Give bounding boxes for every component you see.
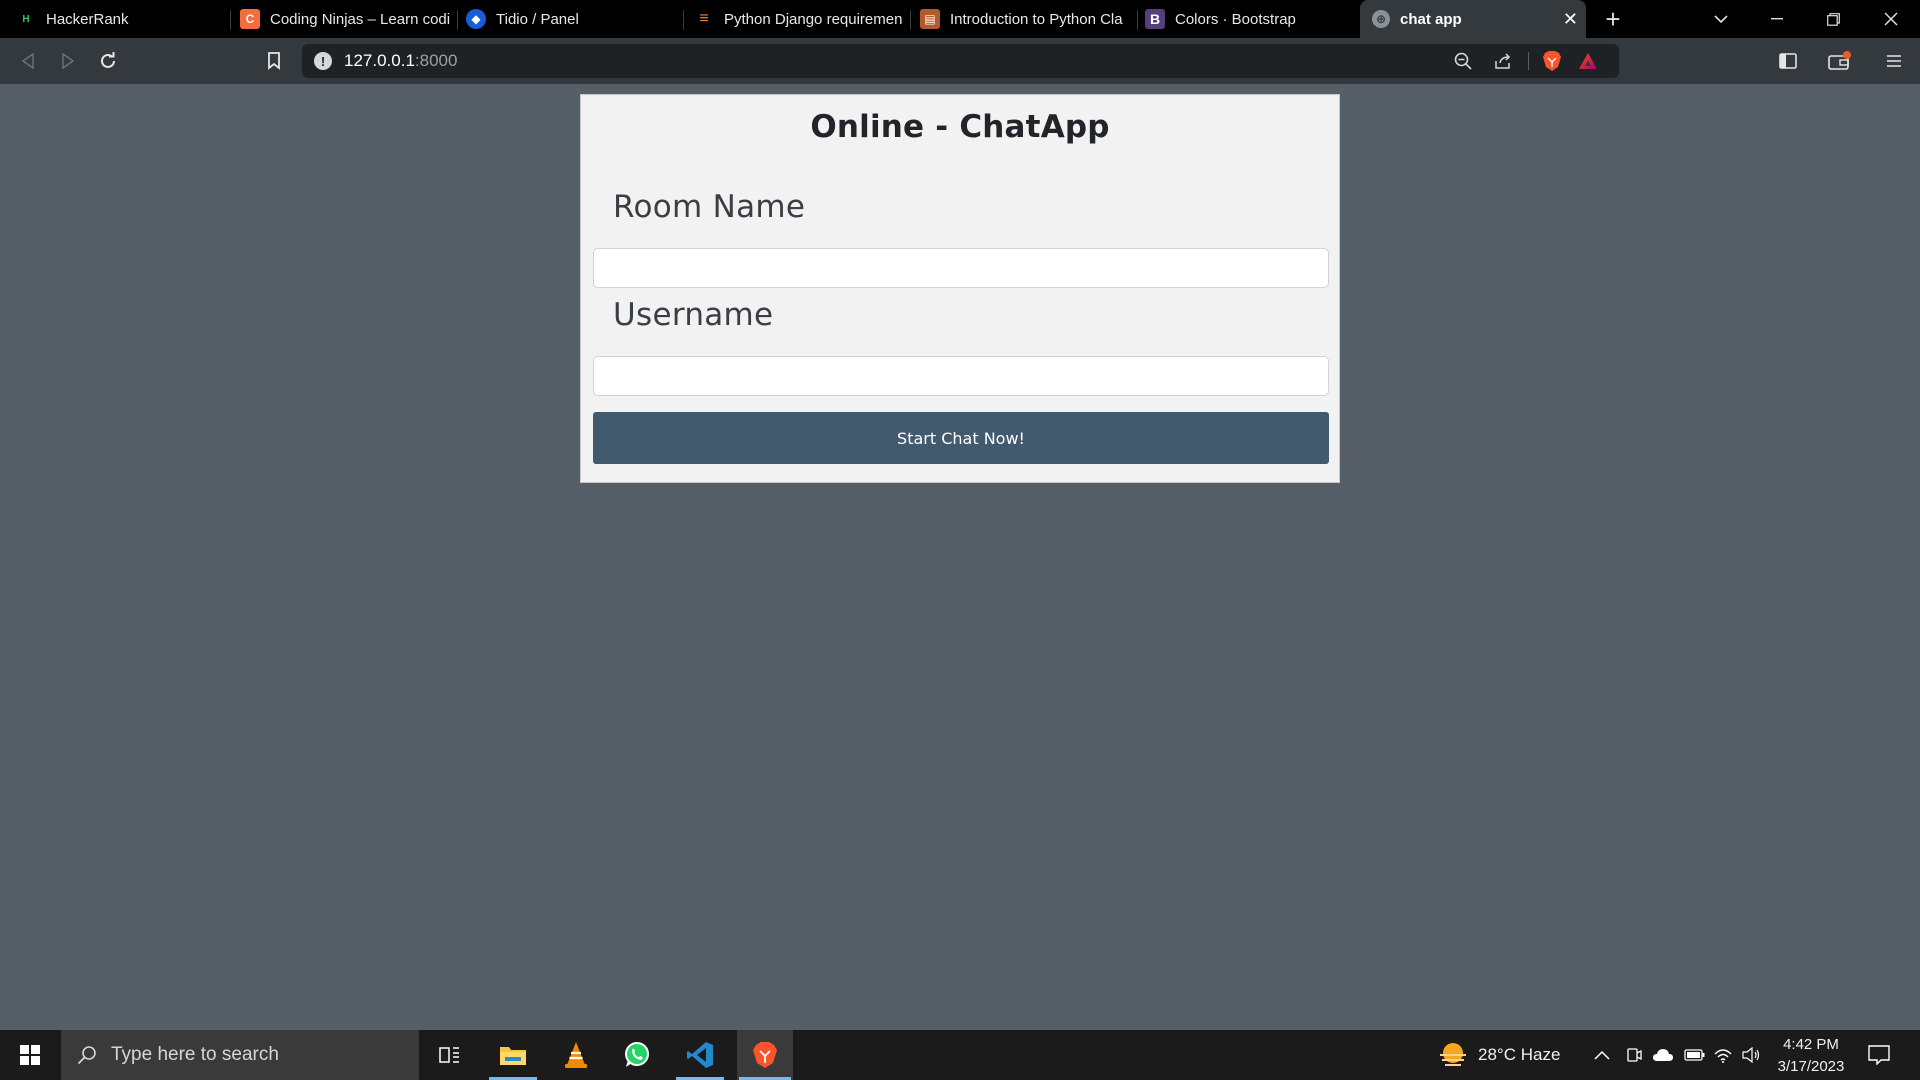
start-chat-button[interactable]: Start Chat Now! (593, 412, 1329, 464)
tab-label: HackerRank (46, 10, 129, 28)
battery-icon[interactable] (1684, 1030, 1706, 1080)
weather-widget[interactable]: 28°C Haze (1438, 1030, 1560, 1080)
weather-text: 28°C Haze (1478, 1045, 1561, 1064)
tab-label: Tidio / Panel (496, 10, 579, 28)
taskbar-search[interactable]: Type here to search (61, 1030, 419, 1080)
new-tab-icon[interactable]: + (1598, 0, 1628, 38)
zoom-out-icon[interactable] (1454, 52, 1472, 75)
site-info-icon[interactable]: ! (314, 52, 332, 70)
haze-weather-icon (1440, 1043, 1466, 1066)
close-tab-icon[interactable]: ✕ (1563, 9, 1578, 30)
tab-search-chevron-icon[interactable] (1706, 0, 1736, 38)
file-explorer-icon[interactable] (487, 1030, 539, 1080)
tab-hackerrank[interactable]: H HackerRank (16, 0, 226, 38)
tab-bootstrap-colors[interactable]: B Colors · Bootstrap (1145, 0, 1355, 38)
clock-time: 4:42 PM (1783, 1036, 1839, 1053)
wifi-icon[interactable] (1714, 1030, 1732, 1080)
chat-login-card: Online - ChatApp Room Name Username Star… (580, 94, 1340, 483)
browser-toolbar: ! 127.0.0.1:8000 (0, 38, 1920, 84)
minimize-icon[interactable] (1762, 0, 1792, 38)
windows-start-icon[interactable] (0, 1030, 60, 1080)
show-hidden-icons-chevron-icon[interactable] (1594, 1030, 1610, 1080)
tab-divider (457, 10, 458, 30)
vlc-icon[interactable] (550, 1030, 602, 1080)
book-icon: ▤ (920, 9, 940, 29)
tab-strip: H HackerRank C Coding Ninjas – Learn cod… (0, 0, 1920, 38)
page-viewport: Online - ChatApp Room Name Username Star… (0, 84, 1920, 1030)
restore-icon[interactable] (1818, 0, 1848, 38)
brave-browser-icon[interactable] (737, 1030, 793, 1080)
tab-label: Python Django requiremen (724, 10, 903, 28)
task-view-icon[interactable] (424, 1030, 476, 1080)
room-name-input[interactable] (593, 248, 1329, 288)
omnibox-divider (1528, 52, 1529, 70)
tab-divider (230, 10, 231, 30)
tidio-icon: ◆ (466, 9, 486, 29)
tab-label: Colors · Bootstrap (1175, 10, 1296, 28)
tab-divider (683, 10, 684, 30)
address-bar[interactable]: ! 127.0.0.1:8000 (302, 44, 1619, 78)
tab-intro-python[interactable]: ▤ Introduction to Python Cla (920, 0, 1132, 38)
tab-divider (910, 10, 911, 30)
coding-ninjas-icon: C (240, 9, 260, 29)
url-port: :8000 (414, 51, 458, 70)
reload-icon[interactable] (94, 38, 122, 84)
tab-label: Introduction to Python Cla (950, 10, 1123, 28)
globe-icon: ⊕ (1372, 10, 1390, 28)
onedrive-cloud-icon[interactable] (1652, 1030, 1674, 1080)
tab-label: Coding Ninjas – Learn codi (270, 10, 451, 28)
tab-coding-ninjas[interactable]: C Coding Ninjas – Learn codi (240, 0, 452, 38)
url-text: 127.0.0.1:8000 (344, 51, 457, 71)
taskbar-clock[interactable]: 4:42 PM 3/17/2023 (1768, 1034, 1854, 1078)
whatsapp-icon[interactable] (611, 1030, 663, 1080)
notification-center-icon[interactable] (1868, 1030, 1890, 1080)
menu-icon[interactable] (1880, 38, 1908, 84)
tab-python-django[interactable]: ≡ Python Django requiremen (694, 0, 904, 38)
forward-icon[interactable] (54, 38, 82, 84)
tab-tidio[interactable]: ◆ Tidio / Panel (466, 0, 676, 38)
hackerrank-icon: H (16, 9, 36, 29)
vscode-icon[interactable] (674, 1030, 726, 1080)
page-title: Online - ChatApp (810, 109, 1110, 145)
sidebar-icon[interactable] (1774, 38, 1802, 84)
url-host: 127.0.0.1 (344, 51, 415, 70)
search-icon (77, 1045, 97, 1065)
share-icon[interactable] (1494, 52, 1512, 75)
tab-divider (1137, 10, 1138, 30)
bookmark-icon[interactable] (260, 38, 288, 84)
clock-date: 3/17/2023 (1777, 1058, 1845, 1075)
stackoverflow-icon: ≡ (699, 10, 709, 27)
meet-now-icon[interactable] (1626, 1030, 1642, 1080)
close-window-icon[interactable] (1876, 0, 1906, 38)
bootstrap-icon: B (1145, 9, 1165, 29)
search-placeholder: Type here to search (111, 1044, 279, 1065)
back-icon[interactable] (14, 38, 42, 84)
username-label: Username (613, 297, 774, 333)
wallet-icon[interactable] (1824, 38, 1856, 84)
brave-rewards-icon[interactable] (1578, 51, 1598, 76)
username-input[interactable] (593, 356, 1329, 396)
windows-taskbar: Type here to search 28°C Haze 4:42 PM 3/… (0, 1030, 1920, 1080)
room-name-label: Room Name (613, 189, 806, 225)
volume-icon[interactable] (1742, 1030, 1760, 1080)
tab-label: chat app (1400, 10, 1462, 28)
tab-chat-app[interactable]: ⊕ chat app ✕ (1360, 0, 1586, 38)
brave-shields-icon[interactable] (1542, 50, 1562, 77)
